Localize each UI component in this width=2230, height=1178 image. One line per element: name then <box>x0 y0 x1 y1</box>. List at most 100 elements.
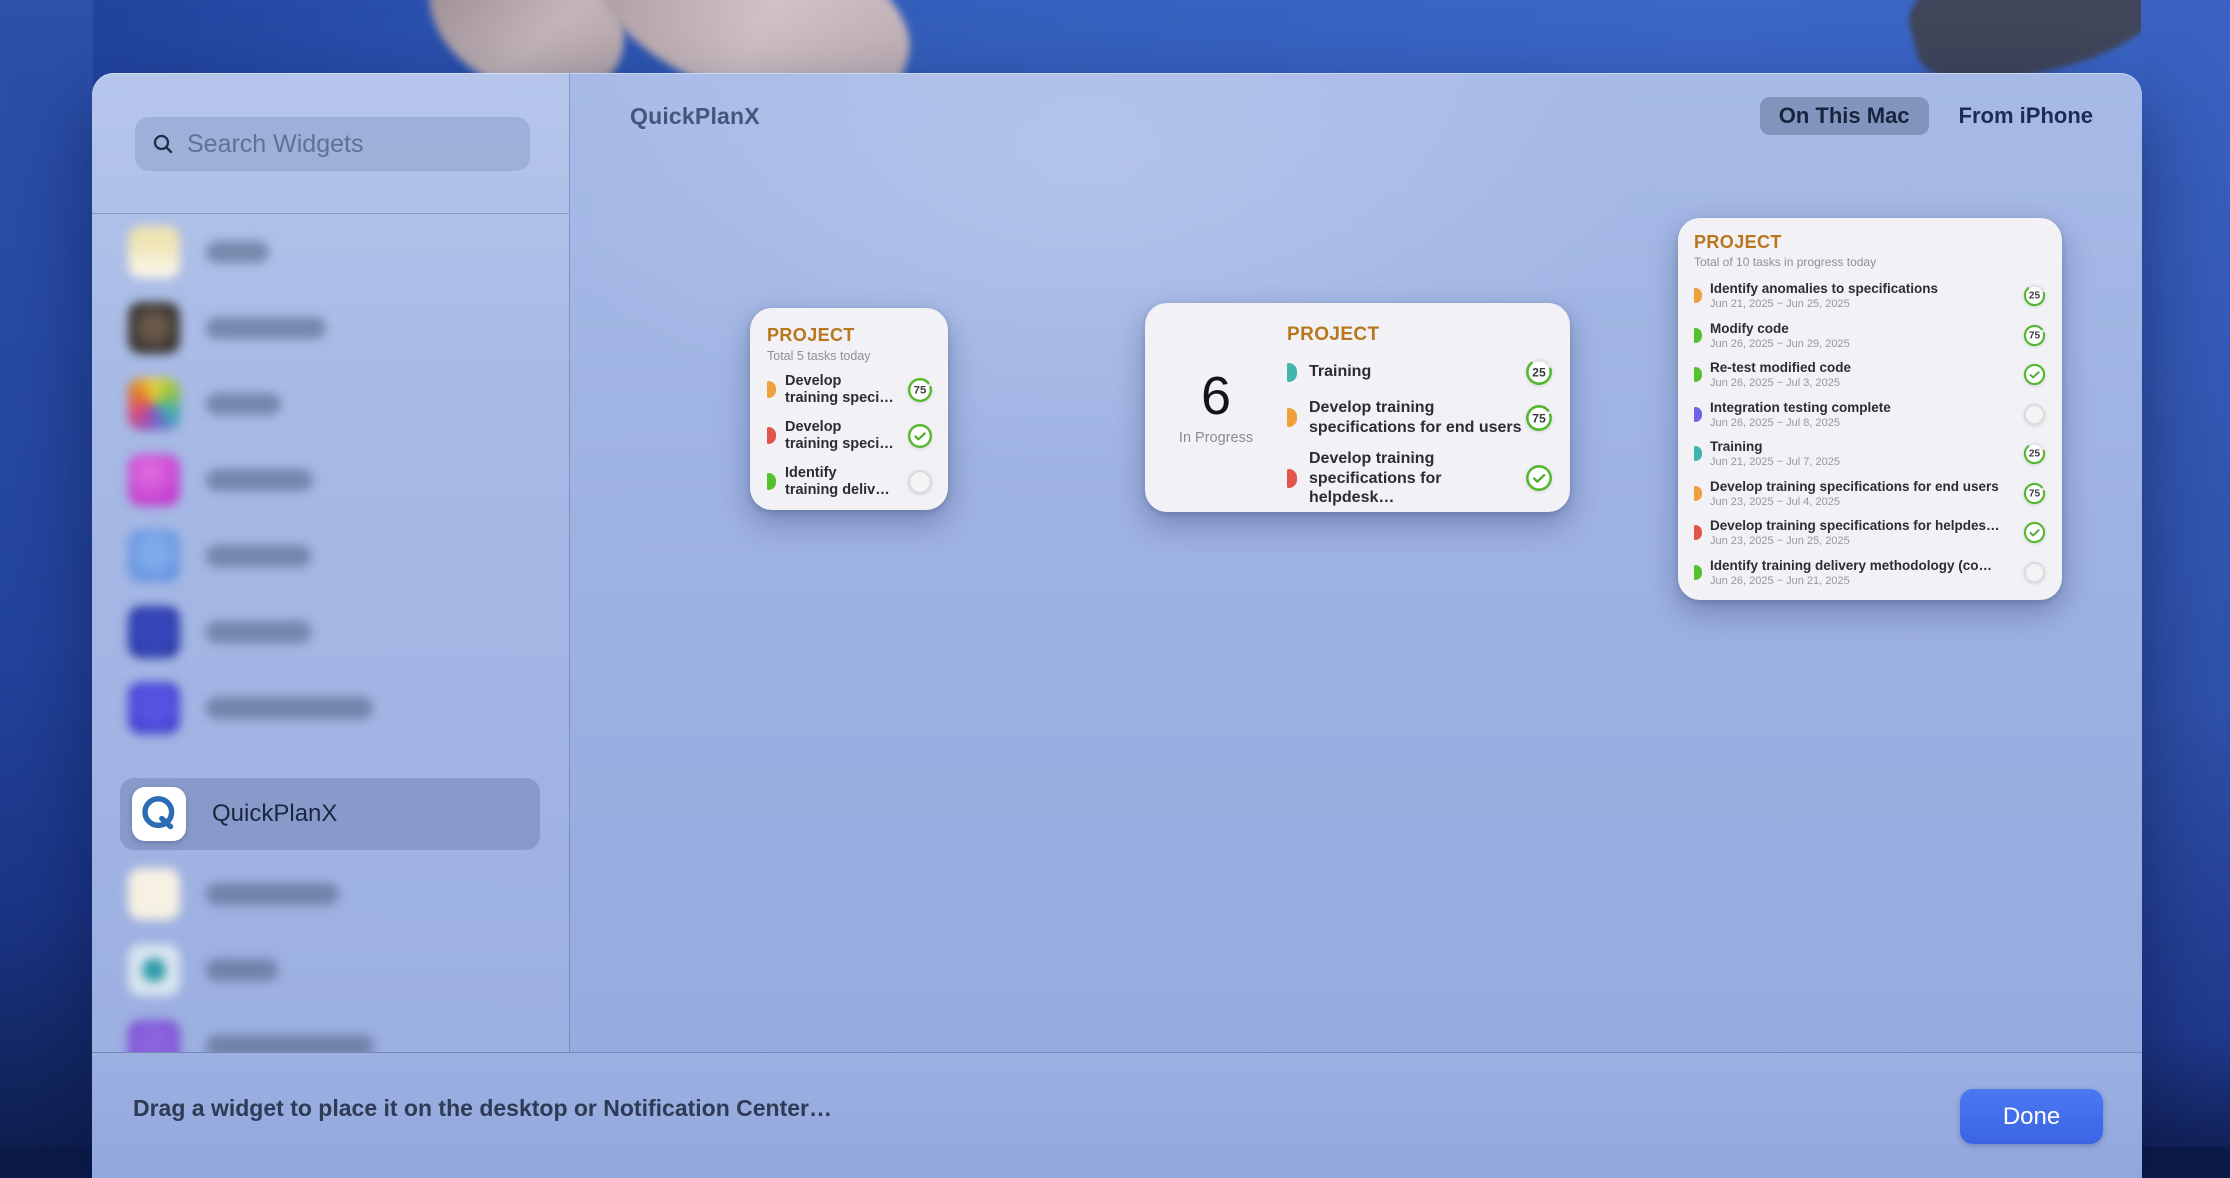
blurred-app-name <box>206 621 311 643</box>
in-progress-count: 6 <box>1201 369 1231 423</box>
task-text: Modify codeJun 26, 2025 ~ Jun 29, 2025 <box>1710 321 1850 350</box>
sidebar-item-blurred-app[interactable] <box>92 932 569 1008</box>
task-row: Develop trainingspecifications for helpd… <box>1287 449 1553 508</box>
tealdot-app-icon <box>128 944 180 996</box>
source-tabs: On This Mac From iPhone <box>1760 97 2093 135</box>
task-title: Training <box>1309 362 1371 382</box>
search-field[interactable] <box>135 117 530 171</box>
task-title: Identify anomalies to specifications <box>1710 281 1938 297</box>
blurred-app-name <box>206 545 311 567</box>
sidebar-item-blurred-app[interactable] <box>92 670 569 746</box>
check-badge <box>2023 521 2046 544</box>
task-row: Identify anomalies to specificationsJun … <box>1694 276 2046 316</box>
sidebar-item-blurred-app[interactable] <box>92 214 569 290</box>
tab-from-iphone[interactable]: From iPhone <box>1959 103 2093 129</box>
navy-app-icon <box>128 606 180 658</box>
task-row: TrainingJun 21, 2025 ~ Jul 7, 2025 25 <box>1694 434 2046 474</box>
task-text: Develop trainingspecifications for helpd… <box>1309 449 1525 508</box>
task-date-range: Jun 23, 2025 ~ Jul 4, 2025 <box>1710 496 1999 508</box>
done-button[interactable]: Done <box>1960 1089 2103 1144</box>
task-status-dot <box>767 427 776 444</box>
widget-subtitle: Total 5 tasks today <box>767 349 933 363</box>
task-status-dot <box>1694 407 1702 422</box>
task-row: Modify codeJun 26, 2025 ~ Jun 29, 2025 7… <box>1694 316 2046 356</box>
task-title: Develop trainingspecifications for helpd… <box>1309 449 1525 508</box>
task-title: Develop training specifications for help… <box>1710 518 2000 534</box>
task-text: Identify anomalies to specificationsJun … <box>1710 281 1938 310</box>
sidebar-item-blurred-app[interactable] <box>92 856 569 932</box>
cream-app-icon <box>128 226 180 278</box>
task-status-dot <box>1694 446 1702 461</box>
task-text: Developtraining speci… <box>785 373 894 407</box>
widget-header: PROJECT <box>767 325 933 346</box>
svg-text:75: 75 <box>2029 330 2041 341</box>
bottom-bar: Drag a widget to place it on the desktop… <box>92 1052 2142 1178</box>
task-text: Re-test modified codeJun 26, 2025 ~ Jul … <box>1710 360 1851 389</box>
sidebar-item-blurred-app[interactable] <box>92 290 569 366</box>
task-date-range: Jun 21, 2025 ~ Jul 7, 2025 <box>1710 456 1840 468</box>
check-badge <box>2023 363 2046 386</box>
widget-gallery-panel: QuickPlanX QuickPlanX On This Mac From i… <box>92 73 2142 1178</box>
task-row: Develop training specifications for help… <box>1694 513 2046 553</box>
task-row: Re-test modified codeJun 26, 2025 ~ Jul … <box>1694 355 2046 395</box>
task-date-range: Jun 26, 2025 ~ Jul 8, 2025 <box>1710 417 1891 429</box>
search-input[interactable] <box>135 117 530 171</box>
blurred-app-name <box>206 241 269 263</box>
blurred-app-name <box>206 469 313 491</box>
quickplanx-app-icon <box>132 787 186 841</box>
sidebar-item-quickplanx[interactable]: QuickPlanX <box>120 778 540 850</box>
indigo-app-icon <box>128 682 180 734</box>
progress-badge: 75 <box>907 377 933 403</box>
widget-preview-large[interactable]: PROJECT Total of 10 tasks in progress to… <box>1678 218 2062 600</box>
blurred-app-name <box>206 697 373 719</box>
task-date-range: Jun 26, 2025 ~ Jun 29, 2025 <box>1710 338 1850 350</box>
sidebar-item-blurred-app[interactable] <box>92 366 569 442</box>
task-row: Identify training delivery methodology (… <box>1694 553 2046 593</box>
sidebar-apps-bottom <box>92 856 569 1052</box>
sidebar-item-blurred-app[interactable] <box>92 594 569 670</box>
sidebar-item-blurred-app[interactable] <box>92 442 569 518</box>
task-title: Identify training delivery methodology (… <box>1710 558 1992 574</box>
task-text: Integration testing completeJun 26, 2025… <box>1710 400 1891 429</box>
task-status-dot <box>767 381 776 398</box>
blurred-app-name <box>206 317 326 339</box>
photos-app-icon <box>128 378 180 430</box>
task-title: Develop trainingspecifications for end u… <box>1309 398 1522 437</box>
progress-badge: 75 <box>2023 482 2046 505</box>
page-title: QuickPlanX <box>630 103 760 130</box>
task-row: Developtraining speci… 75 <box>767 373 933 407</box>
sidebar-item-blurred-app[interactable] <box>92 1008 569 1052</box>
task-row: Developtraining speci… <box>767 419 933 453</box>
check-badge <box>1525 464 1553 492</box>
sidebar-app-list: QuickPlanX <box>92 214 569 1052</box>
task-title: Re-test modified code <box>1710 360 1851 376</box>
task-text: Develop trainingspecifications for end u… <box>1309 398 1522 437</box>
dark-app-icon <box>128 302 180 354</box>
task-status-dot <box>1287 469 1297 488</box>
svg-text:25: 25 <box>2029 449 2041 460</box>
sidebar-apps-top <box>92 214 569 746</box>
task-title: Developtraining speci… <box>785 373 894 407</box>
wallpaper-right-shade <box>2141 0 2230 1178</box>
task-status-dot <box>1287 408 1297 427</box>
widget-preview-small[interactable]: PROJECT Total 5 tasks today Developtrain… <box>750 308 948 510</box>
progress-badge: 75 <box>2023 324 2046 347</box>
task-title: Integration testing complete <box>1710 400 1891 416</box>
task-row: Training 25 <box>1287 358 1553 386</box>
widget-preview-medium[interactable]: 6 In Progress PROJECT Training 25Develop… <box>1145 303 1570 512</box>
tab-on-this-mac[interactable]: On This Mac <box>1760 97 1929 135</box>
drag-hint-text: Drag a widget to place it on the desktop… <box>133 1095 832 1122</box>
widget-header: PROJECT <box>1694 232 2046 253</box>
task-list: Developtraining speci… 75Developtraining… <box>767 373 933 499</box>
sidebar-main-divider <box>569 73 570 1052</box>
blurred-app-name <box>206 393 281 415</box>
cream2-app-icon <box>128 868 180 920</box>
task-text: Training <box>1309 362 1371 382</box>
svg-text:25: 25 <box>1532 366 1546 380</box>
task-row: Identifytraining deliv… <box>767 465 933 499</box>
sidebar-item-blurred-app[interactable] <box>92 518 569 594</box>
in-progress-label: In Progress <box>1179 430 1253 446</box>
task-status-dot <box>1694 328 1702 343</box>
task-list: Training 25 Develop trainingspecification… <box>1287 358 1553 508</box>
svg-text:75: 75 <box>2029 488 2041 499</box>
